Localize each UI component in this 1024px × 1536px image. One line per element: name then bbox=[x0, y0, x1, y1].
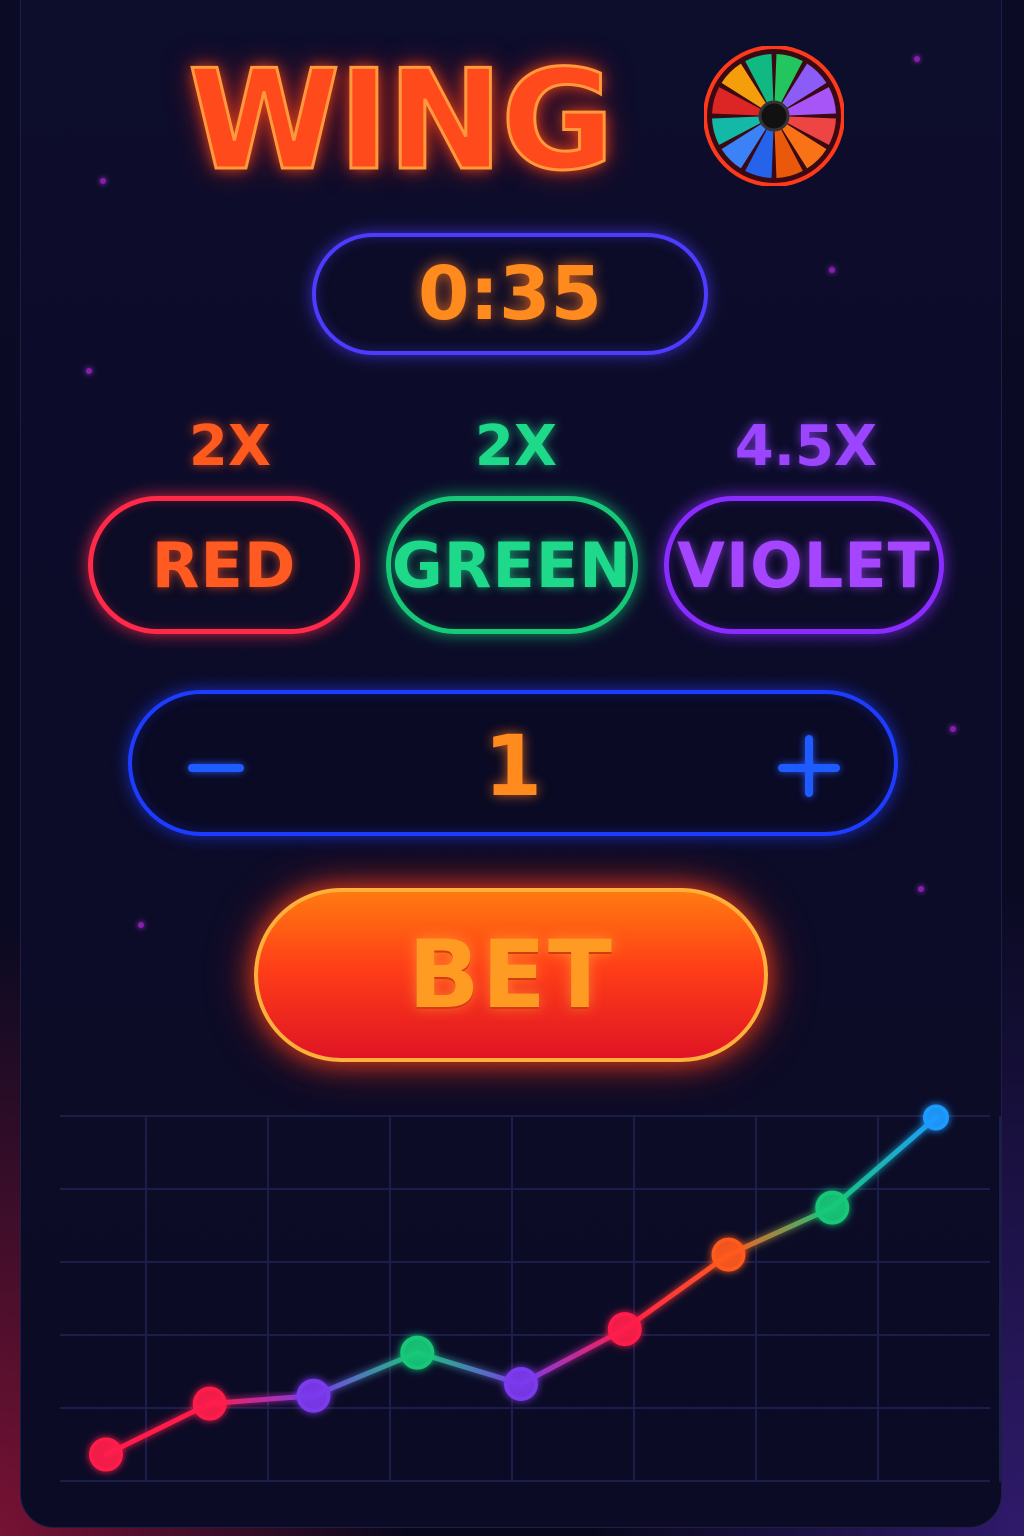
sparkle bbox=[138, 922, 144, 928]
red-multiplier: 2X bbox=[188, 414, 272, 479]
violet-bet-label: VIOLET bbox=[677, 528, 931, 602]
timer-value: 0:35 bbox=[417, 251, 603, 337]
chart-point bbox=[400, 1335, 435, 1370]
chart-line-segment bbox=[103, 1401, 213, 1458]
sparkle bbox=[86, 368, 92, 374]
countdown-timer: 0:35 bbox=[312, 233, 708, 355]
bet-button-label: BET bbox=[408, 920, 614, 1030]
sparkle bbox=[918, 886, 924, 892]
chart-line-segment bbox=[518, 1326, 628, 1387]
game-logo: WING bbox=[180, 30, 860, 200]
red-bet-label: RED bbox=[151, 528, 297, 602]
sparkle bbox=[914, 56, 920, 62]
chart-point bbox=[504, 1367, 538, 1401]
chart-point bbox=[192, 1386, 227, 1421]
game-screen: WING 0:35 2X 2X 4.5X RED GREEN VIOLET 1 … bbox=[0, 0, 1024, 1536]
chart-grid bbox=[60, 1115, 1001, 1482]
green-bet-label: GREEN bbox=[391, 528, 633, 602]
sparkle bbox=[100, 178, 106, 184]
chart-point bbox=[815, 1190, 850, 1225]
green-bet-button[interactable]: GREEN bbox=[386, 496, 638, 634]
chart-line-segment bbox=[622, 1252, 731, 1332]
violet-bet-button[interactable]: VIOLET bbox=[664, 496, 944, 634]
chart-point bbox=[89, 1437, 123, 1472]
color-wheel-icon bbox=[704, 46, 844, 186]
sparkle bbox=[950, 726, 956, 732]
logo-text: WING bbox=[186, 40, 615, 201]
red-bet-button[interactable]: RED bbox=[88, 496, 360, 634]
chart-points bbox=[89, 1104, 949, 1472]
chart-line bbox=[103, 1114, 939, 1458]
sparkle bbox=[829, 267, 835, 273]
violet-multiplier: 4.5X bbox=[734, 414, 878, 479]
chart-point bbox=[923, 1104, 949, 1131]
chart-point bbox=[607, 1312, 642, 1347]
bet-button[interactable]: BET bbox=[254, 888, 768, 1062]
chart-point bbox=[711, 1237, 746, 1272]
results-trend-chart bbox=[60, 1104, 1001, 1482]
chart-point bbox=[296, 1378, 331, 1413]
chart-line-segment bbox=[829, 1114, 939, 1211]
plus-icon[interactable] bbox=[774, 732, 844, 802]
green-multiplier: 2X bbox=[474, 414, 558, 479]
bet-amount-stepper: 1 bbox=[128, 690, 898, 836]
chart-line-segment bbox=[726, 1205, 835, 1258]
